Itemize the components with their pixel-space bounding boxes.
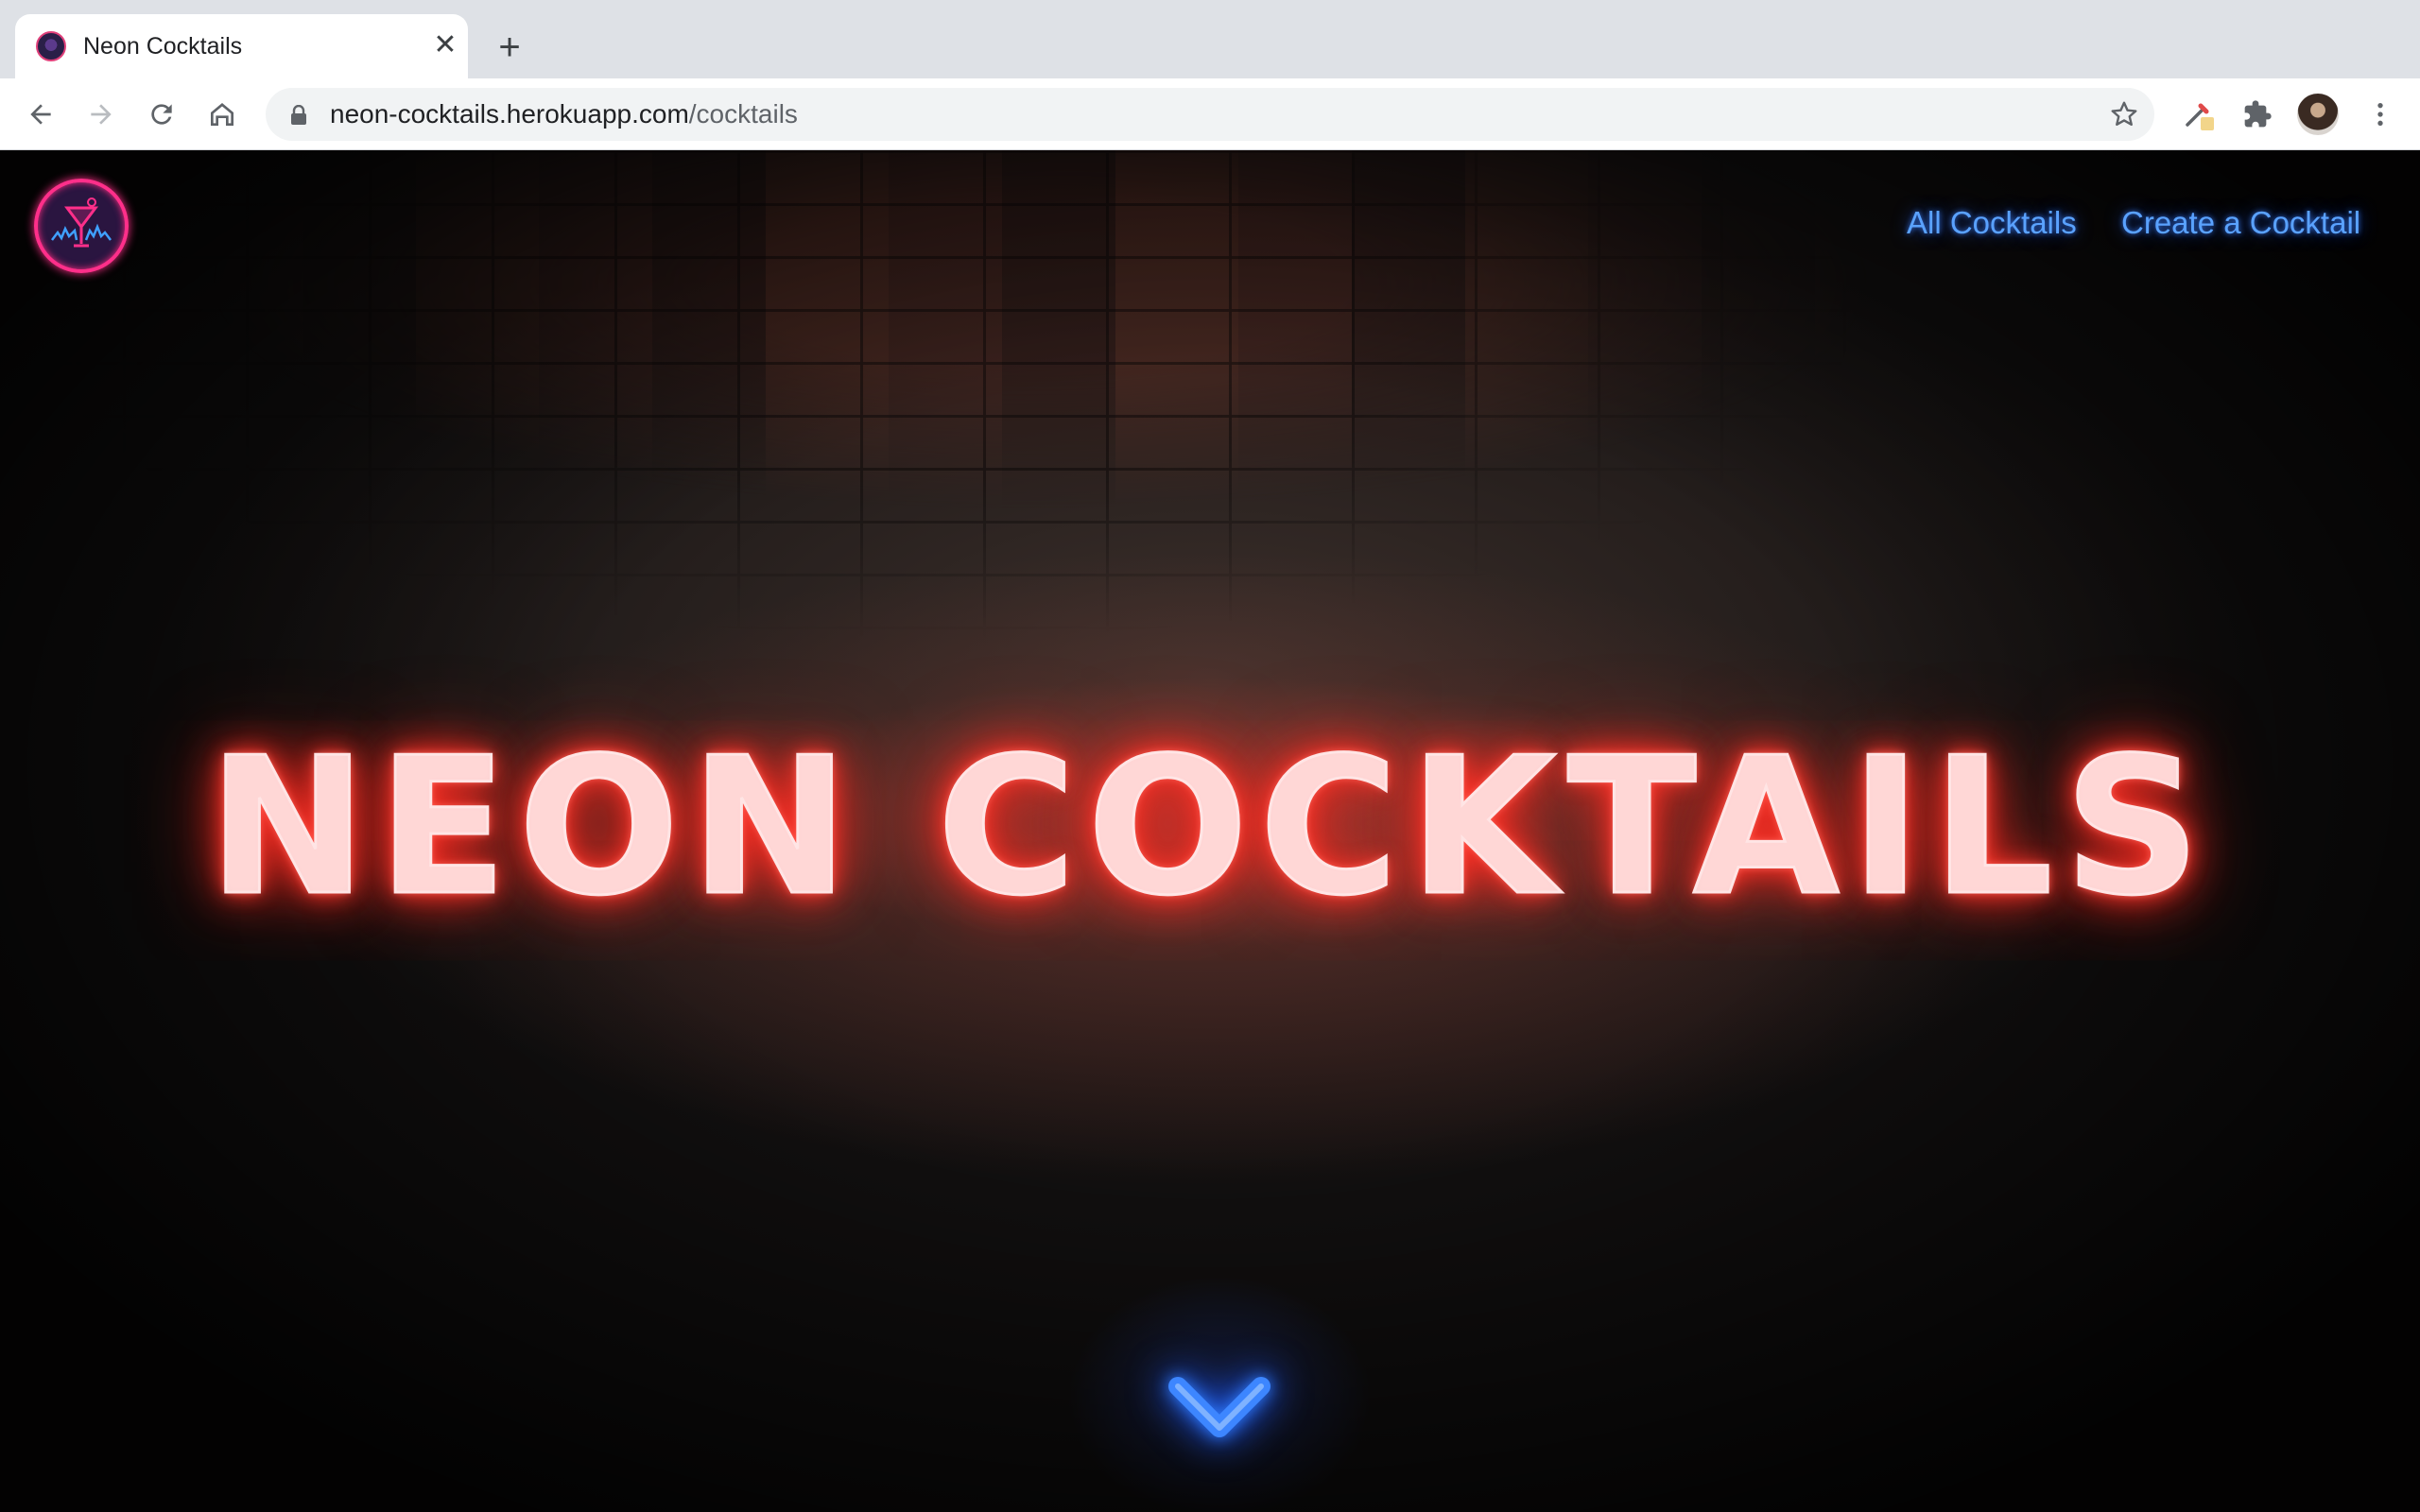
tab-title: Neon Cocktails <box>83 33 243 60</box>
address-bar[interactable]: neon-cocktails.herokuapp.com/cocktails <box>266 88 2154 141</box>
browser-tab-strip: Neon Cocktails ✕ + <box>0 0 2420 78</box>
page-content: All Cocktails Create a Cocktail NEON COC… <box>0 150 2420 1512</box>
extensions-button[interactable] <box>2238 94 2277 134</box>
profile-avatar[interactable] <box>2297 94 2339 135</box>
browser-toolbar: neon-cocktails.herokuapp.com/cocktails <box>0 78 2420 150</box>
more-vertical-icon <box>2377 103 2383 126</box>
url-path: /cocktails <box>688 99 798 129</box>
site-logo[interactable] <box>34 179 129 273</box>
home-button[interactable] <box>202 94 242 134</box>
reload-icon <box>151 104 172 125</box>
back-button[interactable] <box>21 94 60 134</box>
url-domain: neon-cocktails.herokuapp.com <box>330 99 689 129</box>
new-tab-button[interactable]: + <box>490 28 529 68</box>
browser-tab[interactable]: Neon Cocktails ✕ <box>15 14 468 78</box>
reload-button[interactable] <box>142 94 182 134</box>
nav-all-cocktails-link[interactable]: All Cocktails <box>1907 205 2077 241</box>
site-favicon-icon <box>36 31 66 61</box>
home-icon <box>211 103 233 126</box>
hero-neon-title: NEON COCKTAILS <box>207 716 2212 939</box>
bookmark-star-icon[interactable] <box>2109 99 2139 129</box>
forward-button[interactable] <box>81 94 121 134</box>
forward-arrow-icon <box>91 104 112 125</box>
url-text: neon-cocktails.herokuapp.com/cocktails <box>330 100 798 129</box>
eyedropper-icon <box>2186 103 2214 130</box>
lock-icon <box>291 105 306 125</box>
chevron-down-icon[interactable] <box>1165 1369 1274 1449</box>
nav-create-cocktail-link[interactable]: Create a Cocktail <box>2121 205 2360 241</box>
tab-close-icon[interactable]: ✕ <box>429 29 461 61</box>
extension-dropper-button[interactable] <box>2178 94 2218 134</box>
cocktail-glass-icon <box>51 198 112 248</box>
puzzle-icon <box>2244 100 2272 128</box>
browser-menu-button[interactable] <box>2360 94 2400 134</box>
back-arrow-icon <box>30 104 51 125</box>
